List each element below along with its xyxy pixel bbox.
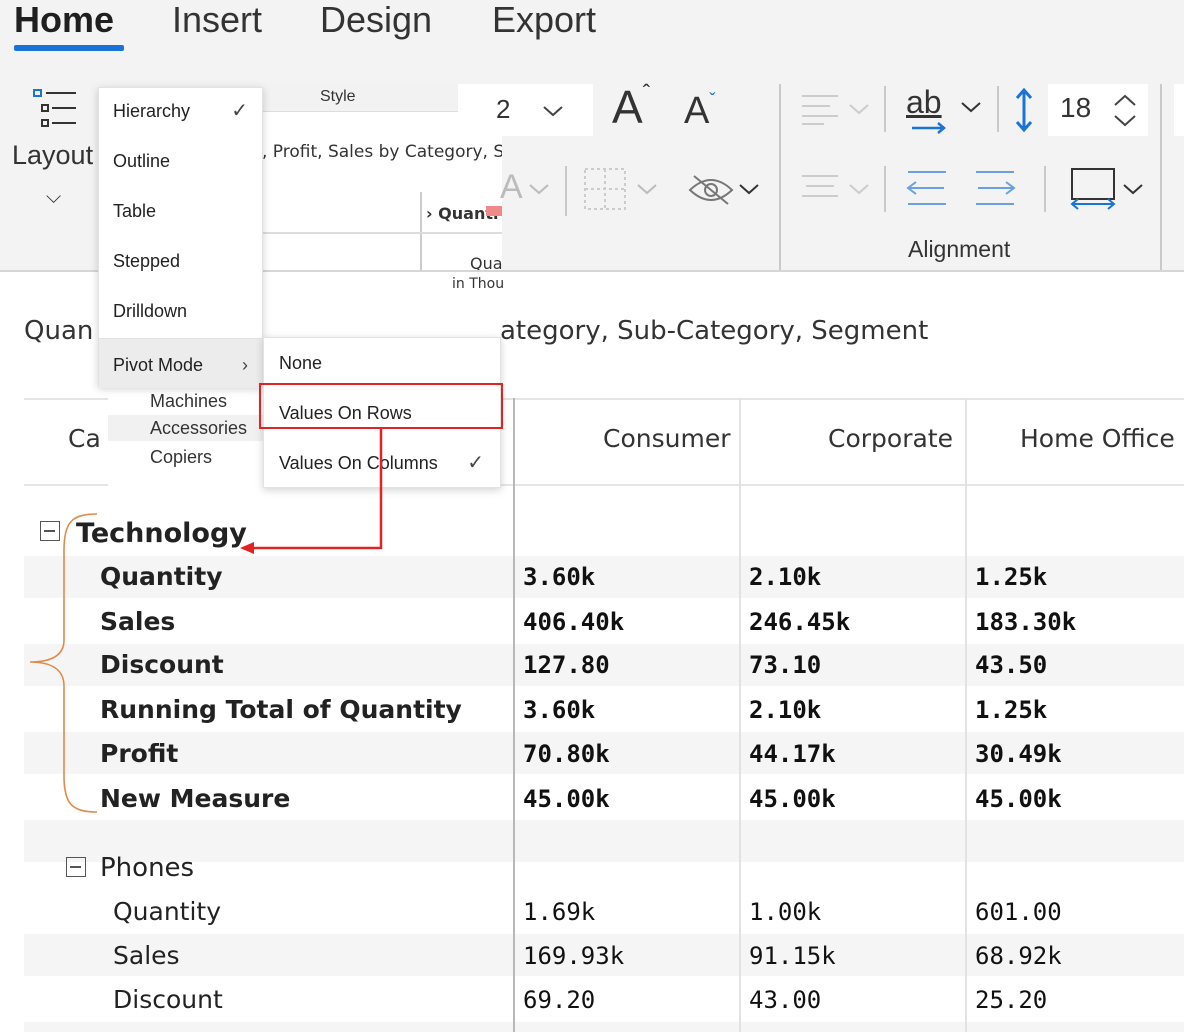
arrow-head: [240, 542, 254, 554]
annotation-overlay: [29, 429, 383, 813]
style-preview-unit: in Thou: [452, 276, 505, 292]
bracket-brace: [29, 513, 98, 813]
annotation-arrow: [252, 429, 383, 550]
